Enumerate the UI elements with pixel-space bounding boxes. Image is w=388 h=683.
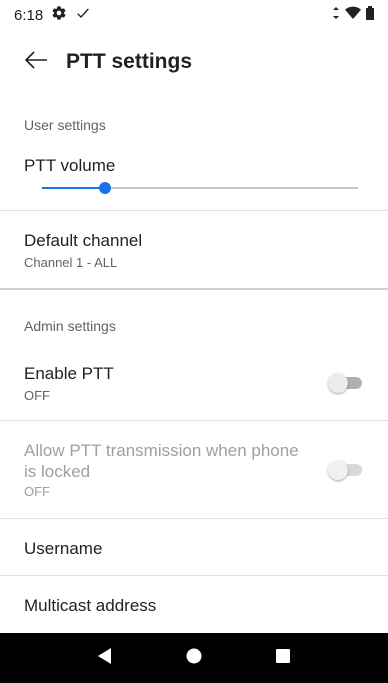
square-recents-icon <box>276 648 291 668</box>
username-item[interactable]: Username <box>0 519 388 575</box>
section-header-admin-settings: Admin settings <box>24 318 116 334</box>
enable-ptt-title: Enable PTT <box>24 364 114 383</box>
toggle-thumb <box>328 373 348 393</box>
status-right <box>332 6 374 24</box>
navigation-bar <box>0 633 388 683</box>
ptt-volume-title: PTT volume <box>24 156 116 175</box>
allow-locked-item[interactable]: Allow PTT transmission when phone is loc… <box>0 421 388 517</box>
default-channel-summary: Channel 1 - ALL <box>24 255 118 270</box>
status-left: 6:18 <box>14 5 91 25</box>
check-icon <box>75 5 91 25</box>
battery-icon <box>366 6 374 24</box>
nav-recents-button[interactable] <box>263 638 303 678</box>
slider-fill <box>42 187 106 189</box>
section-divider <box>0 288 388 290</box>
slider-thumb[interactable] <box>99 182 112 194</box>
default-channel-item[interactable]: Default channel Channel 1 - ALL <box>0 211 388 287</box>
back-button[interactable] <box>14 40 58 84</box>
ptt-volume-slider[interactable] <box>42 182 358 194</box>
multicast-item[interactable]: Multicast address <box>0 576 388 632</box>
nav-home-button[interactable] <box>174 638 214 678</box>
page-title: PTT settings <box>66 50 193 73</box>
allow-locked-summary: OFF <box>24 484 50 499</box>
enable-ptt-summary: OFF <box>24 388 50 403</box>
vibrate-icon <box>332 6 340 24</box>
status-bar: 6:18 <box>0 0 388 30</box>
wifi-icon <box>345 6 361 24</box>
gear-icon <box>51 5 67 25</box>
status-time: 6:18 <box>14 6 44 24</box>
enable-ptt-toggle[interactable] <box>328 372 362 393</box>
back-arrow-icon <box>24 50 48 75</box>
username-title: Username <box>24 539 103 558</box>
nav-back-button[interactable] <box>85 638 125 678</box>
app-bar: PTT settings <box>0 40 388 84</box>
toggle-thumb <box>328 460 348 480</box>
triangle-back-icon <box>97 647 112 669</box>
allow-locked-toggle[interactable] <box>328 459 362 480</box>
enable-ptt-item[interactable]: Enable PTT OFF <box>0 350 388 420</box>
section-header-user-settings: User settings <box>24 117 106 133</box>
circle-home-icon <box>186 648 202 669</box>
allow-locked-title: Allow PTT transmission when phone is loc… <box>24 441 299 481</box>
default-channel-title: Default channel <box>24 231 143 250</box>
multicast-title: Multicast address <box>24 596 157 615</box>
